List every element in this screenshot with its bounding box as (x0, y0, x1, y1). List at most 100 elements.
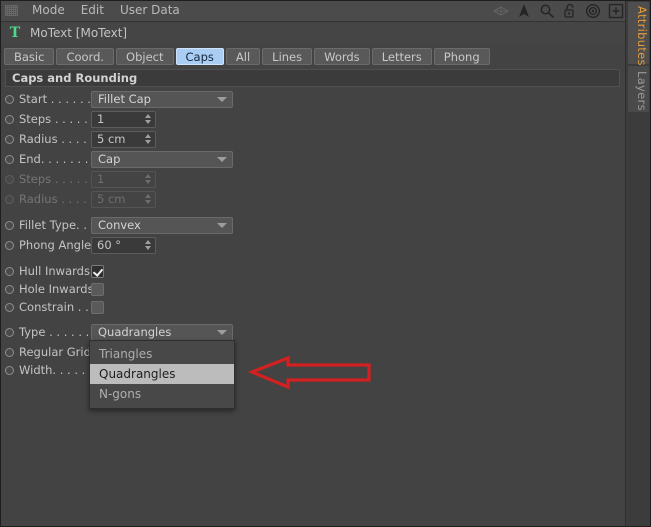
tab-object[interactable]: Object (116, 47, 174, 65)
phong-angle-stepper[interactable]: 60 ° (91, 236, 156, 254)
start-radius-label: Radius . . . . . (19, 132, 91, 146)
start-combo[interactable]: Fillet Cap (91, 90, 233, 108)
attribute-tab-strip: Basic Coord. Object Caps All Lines Words… (0, 45, 630, 67)
hole-inwards-label: Hole Inwards (19, 282, 91, 296)
start-anim-track-dot[interactable] (5, 94, 14, 104)
start-radius-value: 5 cm (97, 132, 126, 146)
object-title-row: T MoText [MoText] (0, 22, 626, 44)
row-end-steps: Steps . . . . . . 1 (0, 169, 156, 189)
spinner-arrows-icon[interactable] (144, 239, 151, 252)
tab-letters[interactable]: Letters (371, 47, 432, 65)
target-icon[interactable] (585, 3, 601, 19)
fillet-type-value: Convex (98, 218, 141, 232)
row-start-steps: Steps . . . . . . 1 (0, 109, 156, 129)
row-hole-inwards: Hole Inwards (0, 279, 104, 299)
start-steps-anim-track-dot[interactable] (5, 114, 14, 124)
tab-words[interactable]: Words (314, 47, 370, 65)
menu-bar: Mode Edit User Data (0, 0, 626, 22)
end-combo[interactable]: Cap (91, 150, 233, 168)
tab-all[interactable]: All (225, 47, 261, 65)
dock-tab-attributes[interactable]: Attributes (628, 2, 649, 66)
hull-inwards-anim-track-dot[interactable] (5, 266, 14, 276)
tab-lines[interactable]: Lines (262, 47, 313, 65)
unlock-icon[interactable] (562, 3, 578, 19)
fillet-type-label: Fillet Type. . . (19, 218, 91, 232)
width-anim-track-dot[interactable] (5, 365, 14, 375)
constrain-anim-track-dot[interactable] (5, 302, 14, 312)
start-radius-anim-track-dot[interactable] (5, 134, 14, 144)
type-combo[interactable]: Quadrangles (91, 323, 233, 341)
group-header-caps-and-rounding: Caps and Rounding (5, 69, 620, 87)
cursor-arrow-icon[interactable] (516, 3, 532, 19)
chevron-down-icon (217, 97, 227, 102)
start-value: Fillet Cap (98, 92, 151, 106)
constrain-label: Constrain . . . (19, 300, 91, 314)
gizmo-diamond-icon[interactable] (493, 3, 509, 19)
regular-grid-anim-track-dot[interactable] (5, 347, 14, 357)
menu-item-mode[interactable]: Mode (24, 0, 73, 21)
tab-coord[interactable]: Coord. (56, 47, 115, 65)
menu-item-user-data[interactable]: User Data (112, 0, 188, 21)
type-label: Type . . . . . . . (19, 325, 91, 339)
tab-caps[interactable]: Caps (175, 47, 224, 65)
type-value: Quadrangles (98, 325, 172, 339)
dropdown-option-triangles[interactable]: Triangles (90, 344, 234, 364)
row-start: Start . . . . . . . Fillet Cap (0, 89, 233, 109)
menu-bar-icons (493, 0, 624, 21)
right-dock: Attributes Layers (625, 0, 651, 527)
type-dropdown-menu: Triangles Quadrangles N-gons (89, 340, 235, 409)
cinema4d-attributes-window: Mode Edit User Data T MoText [MoText] Ba… (0, 0, 651, 527)
start-radius-stepper[interactable]: 5 cm (91, 130, 156, 148)
end-value: Cap (98, 152, 121, 166)
spinner-arrows-icon[interactable] (144, 133, 151, 146)
row-width: Width. . . . . . (0, 360, 91, 380)
row-start-radius: Radius . . . . . 5 cm (0, 129, 156, 149)
tab-phong[interactable]: Phong (433, 47, 490, 65)
hull-inwards-checkbox[interactable] (91, 264, 104, 278)
group-header-label: Caps and Rounding (12, 71, 138, 85)
end-steps-anim-track-dot (5, 174, 14, 184)
start-steps-stepper[interactable]: 1 (91, 110, 156, 128)
width-label: Width. . . . . . (19, 363, 91, 377)
dropdown-option-quadrangles[interactable]: Quadrangles (90, 364, 234, 384)
search-icon[interactable] (539, 3, 555, 19)
end-label: End. . . . . . . . (19, 152, 91, 166)
spinner-arrows-icon (144, 193, 151, 206)
tab-basic[interactable]: Basic (4, 47, 55, 65)
dock-tab-layers[interactable]: Layers (628, 66, 649, 112)
end-anim-track-dot[interactable] (5, 154, 14, 164)
phong-angle-anim-track-dot[interactable] (5, 240, 14, 250)
row-end: End. . . . . . . . Cap (0, 149, 233, 169)
end-steps-value: 1 (97, 172, 105, 186)
add-box-icon[interactable] (608, 3, 624, 19)
row-phong-angle: Phong Angle 60 ° (0, 235, 156, 255)
dropdown-option-n-gons[interactable]: N-gons (90, 384, 234, 404)
grip-dots-icon[interactable] (5, 5, 18, 16)
hole-inwards-checkbox[interactable] (91, 282, 104, 296)
row-constrain: Constrain . . . (0, 297, 104, 317)
start-steps-value: 1 (97, 112, 105, 126)
row-fillet-type: Fillet Type. . . Convex (0, 215, 233, 235)
type-anim-track-dot[interactable] (5, 327, 14, 337)
regular-grid-label: Regular Grid (19, 345, 91, 359)
end-radius-stepper: 5 cm (91, 190, 156, 208)
start-steps-label: Steps . . . . . . (19, 112, 91, 126)
phong-angle-value: 60 ° (97, 238, 122, 252)
fillet-type-combo[interactable]: Convex (91, 216, 233, 234)
end-radius-anim-track-dot (5, 194, 14, 204)
hole-inwards-anim-track-dot[interactable] (5, 284, 14, 294)
fillet-type-anim-track-dot[interactable] (5, 220, 14, 230)
end-radius-value: 5 cm (97, 192, 126, 206)
page-title: MoText [MoText] (30, 26, 128, 40)
row-type: Type . . . . . . . Quadrangles (0, 322, 233, 342)
menu-item-edit[interactable]: Edit (73, 0, 112, 21)
constrain-checkbox[interactable] (91, 300, 104, 314)
spinner-arrows-icon[interactable] (144, 113, 151, 126)
chevron-down-icon (217, 223, 227, 228)
chevron-down-icon (217, 330, 227, 335)
end-radius-label: Radius . . . . . (19, 192, 91, 206)
motext-t-icon: T (9, 25, 21, 41)
end-steps-label: Steps . . . . . . (19, 172, 91, 186)
annotation-arrow-icon (248, 355, 371, 390)
row-hull-inwards: Hull Inwards (0, 261, 104, 281)
